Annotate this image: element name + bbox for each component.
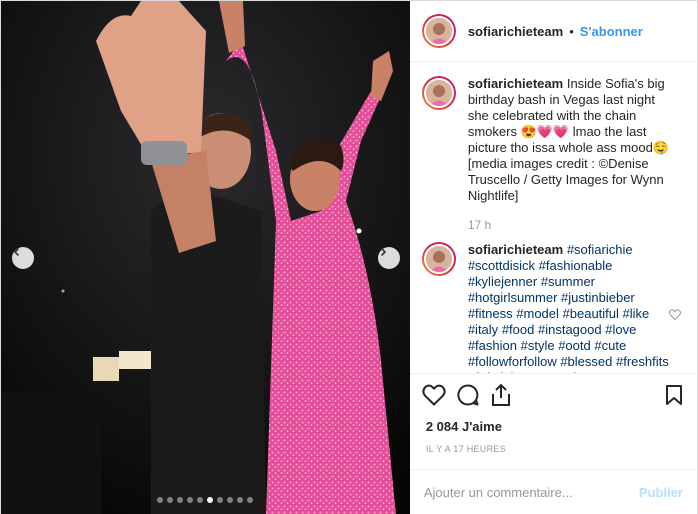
add-comment-bar: Publier	[409, 469, 697, 514]
hashtag-link[interactable]: #like	[623, 306, 650, 321]
heart-small-icon[interactable]	[669, 307, 681, 323]
hashtag-link[interactable]: #fashion	[468, 338, 517, 353]
caption-comment: sofiarichieteam Inside Sofia's big birth…	[421, 76, 685, 204]
hashtag-link[interactable]: #followforfollow	[468, 354, 557, 369]
hashtag-link[interactable]: #cute	[594, 338, 626, 353]
hashtag-link[interactable]: #kyliejenner	[468, 274, 537, 289]
post-details-panel: sofiarichieteam • S'abonner sofiarichiet	[409, 1, 697, 514]
avatar[interactable]	[421, 76, 456, 110]
carousel-dot	[247, 497, 254, 503]
profile-picture	[425, 246, 452, 272]
hashtag-link[interactable]: #blessed	[560, 354, 612, 369]
instagram-post: sofiarichieteam • S'abonner sofiarichiet	[0, 0, 698, 514]
caption-username[interactable]: sofiarichieteam	[468, 76, 563, 91]
caption-time: 17 h	[467, 218, 492, 232]
action-bar	[409, 373, 697, 415]
publish-comment-button[interactable]: Publier	[639, 485, 683, 500]
carousel-dot	[227, 497, 234, 503]
caption-text: Inside Sofia's big birthday bash in Vega…	[467, 76, 669, 203]
hashtag-link[interactable]: #italy	[468, 322, 498, 337]
comment-bubble-icon[interactable]	[456, 383, 480, 407]
hashtag-comment-body: sofiarichieteam #sofiarichie #scottdisic…	[468, 242, 676, 373]
carousel-dot	[217, 497, 224, 503]
hashtag-comment: sofiarichieteam #sofiarichie #scottdisic…	[421, 242, 685, 373]
hashtag-link[interactable]: #ootd	[558, 338, 591, 353]
profile-picture	[425, 18, 452, 44]
hashtag-list: #sofiarichie #scottdisick #fashionable #…	[468, 242, 669, 373]
carousel-dot	[207, 497, 214, 503]
profile-picture	[425, 80, 452, 106]
avatar[interactable]	[421, 242, 456, 276]
next-photo-button[interactable]	[378, 247, 400, 269]
hashtag-link[interactable]: #style	[521, 338, 555, 353]
carousel-dot	[237, 497, 244, 503]
comments-area[interactable]: sofiarichieteam Inside Sofia's big birth…	[410, 62, 697, 373]
hashtag-link[interactable]: #beautiful	[563, 306, 619, 321]
heart-icon[interactable]	[422, 384, 446, 406]
post-photo[interactable]	[1, 1, 410, 514]
hashtag-link[interactable]: #sofiarichie	[567, 242, 633, 257]
comment-input[interactable]	[423, 485, 639, 500]
hashtag-link[interactable]: #model	[516, 306, 559, 321]
hashtag-link[interactable]: #freshfits	[616, 354, 669, 369]
bookmark-icon[interactable]	[665, 384, 683, 409]
party-photo-illustration	[1, 1, 410, 514]
posted-time: IL Y A 17 HEURES	[425, 444, 507, 454]
hashtag-link[interactable]: #fitness	[468, 306, 513, 321]
previous-photo-button[interactable]	[12, 247, 34, 269]
caption-text-block: sofiarichieteam Inside Sofia's big birth…	[468, 76, 676, 204]
carousel-indicator	[1, 497, 410, 503]
carousel-dot	[177, 497, 184, 503]
hashtag-link[interactable]: #summer	[541, 274, 595, 289]
likes-count[interactable]: 2 084 J'aime	[410, 415, 697, 437]
hashtag-link[interactable]: #scottdisick	[468, 258, 535, 273]
hashtag-link[interactable]: #food	[502, 322, 535, 337]
hashtag-link[interactable]: #instagood	[538, 322, 602, 337]
carousel-dot	[197, 497, 204, 503]
comment-username[interactable]: sofiarichieteam	[468, 242, 563, 257]
separator-dot: •	[569, 23, 574, 39]
header-username[interactable]: sofiarichieteam	[468, 24, 563, 39]
hashtag-link[interactable]: #fashionable	[539, 258, 613, 273]
hashtag-link[interactable]: #hotgirlsummer	[468, 290, 558, 305]
carousel-dot	[187, 497, 194, 503]
carousel-dot	[157, 497, 164, 503]
hashtag-link[interactable]: #justinbieber	[561, 290, 635, 305]
avatar[interactable]	[421, 14, 456, 48]
carousel-dot	[167, 497, 174, 503]
hashtag-link[interactable]: #love	[605, 322, 636, 337]
share-icon[interactable]	[490, 383, 512, 407]
follow-button[interactable]: S'abonner	[580, 24, 643, 39]
post-header: sofiarichieteam • S'abonner	[409, 1, 697, 62]
